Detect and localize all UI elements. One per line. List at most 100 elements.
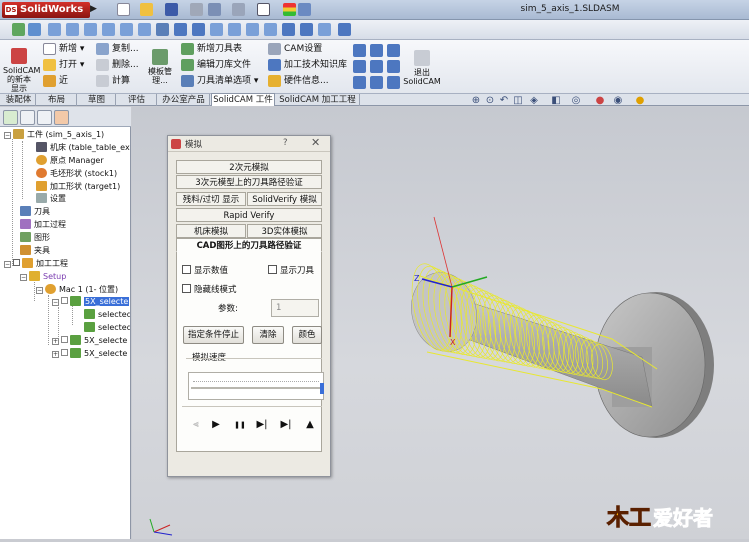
tree-part-node[interactable]: − 工件 (sim_5_axis_1) — [4, 129, 104, 141]
close-icon[interactable]: ✕ — [311, 136, 320, 149]
tab-solidcam-part[interactable]: SolidCAM 工件 — [211, 93, 275, 106]
grid-icon-9[interactable] — [387, 76, 400, 89]
shape-icon-7[interactable] — [264, 23, 277, 36]
property-tab-icon[interactable] — [20, 110, 35, 125]
open-button[interactable]: 打开 ▾ — [43, 59, 84, 72]
print-icon[interactable] — [190, 3, 203, 16]
tab-office[interactable]: 办公室产品 — [158, 94, 210, 106]
redo-icon[interactable] — [232, 3, 245, 16]
tree-target-node[interactable]: 加工形状 (target1) — [36, 181, 120, 193]
dialog-title-bar[interactable]: 模拟 ? ✕ — [168, 136, 330, 152]
show-tool-checkbox[interactable]: 显示刀具 — [268, 265, 314, 277]
tab-2d-simulation[interactable]: 2次元模拟 — [176, 160, 322, 174]
zoom-fit-icon[interactable]: ⊕ — [470, 95, 482, 107]
play-icon[interactable]: ▶ — [210, 419, 222, 431]
tab-solidverify[interactable]: SolidVerify 模拟 — [247, 192, 322, 206]
tree-machine-node[interactable]: 机床 (table_table_exer — [36, 142, 130, 154]
edit-tool-lib-button[interactable]: 编辑刀库文件 — [181, 59, 251, 72]
display-style-icon[interactable]: ◧ — [550, 95, 562, 107]
collapse-icon[interactable]: − — [4, 261, 11, 268]
tree-process-node[interactable]: 加工过程 — [20, 219, 66, 231]
hidden-line-checkbox[interactable]: 隐藏线模式 — [182, 284, 237, 296]
feature-tree-tab-icon[interactable] — [3, 110, 18, 125]
grid-icon-5[interactable] — [370, 60, 383, 73]
calc-button[interactable]: 計算 — [96, 75, 130, 88]
view-settings-icon[interactable]: ● — [634, 95, 646, 107]
grid-icon-7[interactable] — [353, 76, 366, 89]
tree-op3-node[interactable]: +5X_selecte — [52, 348, 127, 360]
zoom-area-icon[interactable]: ⊙ — [484, 95, 496, 107]
collapse-icon[interactable]: − — [4, 132, 11, 139]
slider-thumb[interactable] — [320, 383, 324, 394]
tab-rest-material[interactable]: 残料/过切 显示 — [176, 192, 246, 206]
stop-condition-button[interactable]: 指定条件停止 — [183, 326, 244, 344]
hardware-info-button[interactable]: 硬件信息... — [268, 75, 329, 88]
run-to-end-icon[interactable]: ▶| — [280, 419, 292, 431]
part-icon-5[interactable] — [120, 23, 133, 36]
tree-mac-node[interactable]: − Mac 1 (1- 位置) — [36, 284, 118, 296]
grid-icon-3[interactable] — [387, 44, 400, 57]
tree-geometry-node[interactable]: 图形 — [20, 232, 50, 244]
expand-icon[interactable]: + — [52, 338, 59, 345]
shape-icon-5[interactable] — [228, 23, 241, 36]
cam-tool-icon-2[interactable] — [28, 23, 41, 36]
tree-op1-child1[interactable]: selected_ — [84, 309, 130, 321]
delete-button[interactable]: 删除... — [96, 59, 139, 72]
part-icon-4[interactable] — [102, 23, 115, 36]
tab-solidcam-machining[interactable]: SolidCAM 加工工程 — [276, 94, 360, 106]
help-icon[interactable]: ? — [283, 138, 288, 148]
part-icon[interactable] — [48, 23, 61, 36]
tree-setup-node[interactable]: − Setup — [20, 271, 66, 283]
shape-icon-8[interactable] — [282, 23, 295, 36]
recent-button[interactable]: 近 — [43, 75, 68, 88]
color-button[interactable]: 颜色 — [292, 326, 322, 344]
copy-button[interactable]: 复制... — [96, 43, 139, 56]
collapse-icon[interactable]: − — [36, 287, 43, 294]
select-cursor-icon[interactable] — [257, 3, 270, 16]
rebuild-traffic-light-icon[interactable] — [283, 3, 296, 16]
new-tool-table-button[interactable]: 新增刀具表 — [181, 43, 242, 56]
shape-icon[interactable] — [156, 23, 169, 36]
cam-tool-icon[interactable] — [12, 23, 25, 36]
tab-assembly[interactable]: 装配体 — [2, 94, 36, 106]
tree-fixture-node[interactable]: 夹具 — [20, 245, 50, 257]
tab-3d-verify[interactable]: 3次元模型上的刀具路径验证 — [176, 175, 322, 189]
tech-db-button[interactable]: 加工技术知识库 — [268, 59, 347, 72]
view-orientation-icon[interactable]: ◈ — [528, 95, 540, 107]
shape-icon-11[interactable] — [338, 23, 351, 36]
step-forward-icon[interactable]: ▶| — [256, 419, 268, 431]
expand-icon[interactable]: + — [52, 351, 59, 358]
grid-icon-4[interactable] — [353, 60, 366, 73]
tree-op1-child2[interactable]: selected_ — [84, 322, 130, 334]
part-icon-3[interactable] — [84, 23, 97, 36]
new-file-icon[interactable] — [117, 3, 130, 16]
tab-3d-solid-sim[interactable]: 3D实体模拟 — [247, 224, 322, 238]
undo-icon[interactable] — [208, 3, 221, 16]
speed-slider[interactable] — [188, 372, 324, 400]
checkbox-icon[interactable] — [61, 297, 68, 304]
tree-op2-node[interactable]: +5X_selecte — [52, 335, 127, 347]
tree-settings-node[interactable]: 设置 — [36, 193, 66, 205]
new-button[interactable]: 新增 ▾ — [43, 43, 84, 56]
menu-arrow-icon[interactable]: ▶ — [90, 4, 97, 14]
hide-show-icon[interactable]: ◎ — [570, 95, 582, 107]
grid-icon-8[interactable] — [370, 76, 383, 89]
collapse-icon[interactable]: − — [20, 274, 27, 281]
open-folder-icon[interactable] — [140, 3, 153, 16]
appearance-icon[interactable]: ● — [594, 95, 606, 107]
tree-tools-node[interactable]: 刀具 — [20, 206, 50, 218]
template-manager-button[interactable]: 模板管 理... — [145, 49, 175, 85]
show-values-checkbox[interactable]: 显示数值 — [182, 265, 228, 277]
cam-settings-button[interactable]: CAM设置 — [268, 43, 322, 56]
part-icon-6[interactable] — [138, 23, 151, 36]
eject-icon[interactable]: ▲ — [304, 419, 316, 431]
tab-machine-sim[interactable]: 机床模拟 — [176, 224, 246, 238]
collapse-icon[interactable]: − — [52, 299, 59, 306]
tree-machining-node[interactable]: − 加工工程 — [4, 258, 68, 270]
checkbox-icon[interactable] — [61, 336, 68, 343]
save-icon[interactable] — [165, 3, 178, 16]
tree-origin-node[interactable]: 原点 Manager — [36, 155, 104, 167]
part-icon-2[interactable] — [66, 23, 79, 36]
scene-icon[interactable]: ◉ — [612, 95, 624, 107]
grid-icon-1[interactable] — [353, 44, 366, 57]
